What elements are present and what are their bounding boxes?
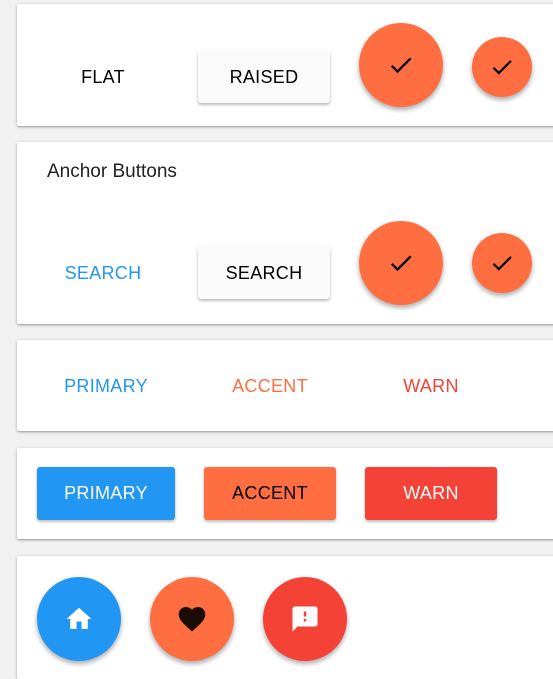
search-anchor-flat-label: SEARCH: [64, 262, 142, 283]
search-anchor-flat[interactable]: SEARCH: [47, 246, 159, 300]
search-anchor-raised-label: SEARCH: [225, 262, 303, 283]
fab-button[interactable]: [359, 23, 443, 107]
anchor-mini-fab-button[interactable]: [472, 233, 532, 293]
heart-icon: [178, 607, 206, 632]
search-anchor-raised[interactable]: SEARCH: [198, 247, 330, 299]
raised-button[interactable]: RAISED: [198, 51, 330, 103]
fab-color-buttons-card: [17, 556, 553, 679]
warn-flat-button[interactable]: WARN: [383, 359, 479, 413]
flat-button[interactable]: FLAT: [57, 50, 149, 104]
accent-fab-button[interactable]: [150, 577, 234, 661]
check-icon: [492, 60, 512, 75]
primary-fab-button[interactable]: [37, 577, 121, 661]
check-icon: [390, 57, 412, 74]
flat-color-buttons-card: PRIMARY ACCENT WARN: [17, 340, 553, 431]
feedback-icon: [292, 606, 318, 632]
warn-raised-button[interactable]: WARN: [365, 467, 497, 520]
anchor-buttons-title: Anchor Buttons: [47, 161, 177, 182]
anchor-fab-button[interactable]: [359, 221, 443, 305]
accent-flat-label: ACCENT: [232, 375, 308, 396]
primary-flat-button[interactable]: PRIMARY: [45, 359, 167, 413]
warn-raised-label: WARN: [403, 483, 459, 503]
flat-button-label: FLAT: [81, 66, 125, 87]
raised-button-label: RAISED: [229, 66, 299, 87]
primary-flat-label: PRIMARY: [64, 375, 148, 396]
accent-flat-button[interactable]: ACCENT: [212, 359, 328, 413]
raised-color-buttons-card: PRIMARY ACCENT WARN: [17, 448, 553, 539]
warn-fab-button[interactable]: [263, 577, 347, 661]
accent-raised-button[interactable]: ACCENT: [204, 467, 336, 520]
home-icon: [66, 607, 92, 629]
mini-fab-button[interactable]: [472, 37, 532, 97]
warn-flat-label: WARN: [403, 375, 459, 396]
basic-buttons-card: FLAT RAISED: [17, 4, 553, 126]
primary-raised-label: PRIMARY: [64, 483, 148, 503]
primary-raised-button[interactable]: PRIMARY: [37, 467, 175, 520]
check-icon: [390, 255, 412, 272]
anchor-buttons-card: Anchor Buttons SEARCH SEARCH: [17, 142, 553, 324]
check-icon: [492, 256, 512, 271]
accent-raised-label: ACCENT: [232, 483, 308, 503]
